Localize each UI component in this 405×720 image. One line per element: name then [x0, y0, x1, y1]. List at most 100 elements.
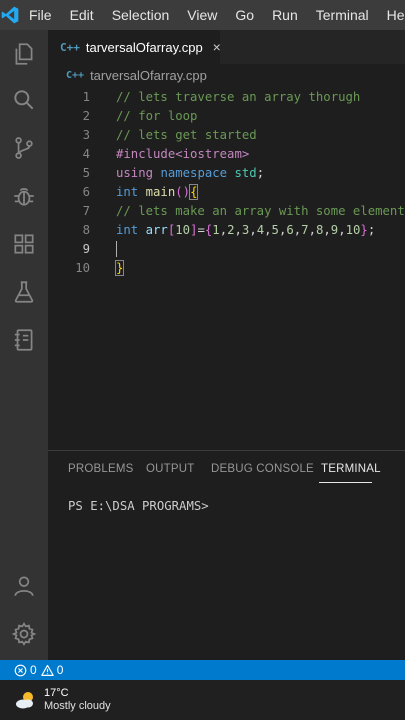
- cpp-file-icon: C++: [60, 40, 80, 54]
- breadcrumb[interactable]: C++ tarversalOfarray.cpp: [48, 64, 405, 86]
- code-token: ,: [308, 222, 316, 237]
- tab-output[interactable]: OUTPUT: [146, 463, 194, 475]
- menu-run[interactable]: Run: [263, 0, 307, 30]
- menu-help[interactable]: Help: [378, 0, 405, 30]
- code-editor[interactable]: 1 // lets traverse an array thorugh 2 // fo…: [48, 86, 405, 450]
- bottom-panel: PROBLEMS OUTPUT DEBUG CONSOLE TERMINAL P…: [48, 450, 405, 660]
- line-number: 5: [82, 165, 90, 180]
- line-number: 9: [82, 241, 90, 256]
- code-token: ,: [249, 222, 257, 237]
- line-number: 7: [82, 203, 90, 218]
- code-token: 4: [256, 222, 265, 237]
- code-text: }: [114, 259, 125, 276]
- code-token: #include: [116, 146, 176, 161]
- code-token: ;: [256, 165, 265, 180]
- code-token: ,: [219, 222, 228, 237]
- warning-count: 0: [56, 663, 64, 677]
- code-token: namespace: [160, 165, 228, 180]
- panel-tab-bar: PROBLEMS OUTPUT DEBUG CONSOLE TERMINAL: [48, 451, 405, 489]
- active-tab-indicator: [319, 482, 372, 483]
- code-line[interactable]: 2 // for loop: [48, 106, 405, 125]
- code-token: }: [114, 259, 125, 276]
- code-token: ,: [234, 222, 242, 237]
- menu-bar: File Edit Selection View Go Run Terminal…: [0, 0, 405, 30]
- notebook-icon[interactable]: [0, 320, 48, 360]
- tab-debug-console[interactable]: DEBUG CONSOLE: [211, 463, 314, 475]
- menu-edit[interactable]: Edit: [61, 0, 103, 30]
- code-token: using: [116, 165, 154, 180]
- menu-go[interactable]: Go: [226, 0, 263, 30]
- explorer-icon[interactable]: [0, 34, 48, 74]
- terminal-prompt[interactable]: PS E:\DSA PROGRAMS>: [68, 499, 209, 513]
- code-line[interactable]: 6 int main(){: [48, 182, 405, 201]
- editor-tab-bar: C++ tarversalOfarray.cpp ×: [48, 30, 405, 64]
- tab-problems[interactable]: PROBLEMS: [68, 463, 134, 475]
- menu-terminal[interactable]: Terminal: [307, 0, 378, 30]
- code-text: [116, 240, 117, 257]
- taskbar: 17°C Mostly cloudy: [0, 680, 405, 720]
- problems-status[interactable]: 0 0: [14, 663, 63, 677]
- account-icon[interactable]: [0, 566, 48, 606]
- cpp-file-icon: C++: [66, 69, 85, 81]
- code-line[interactable]: 9: [48, 239, 405, 258]
- code-token: ;: [367, 222, 376, 237]
- code-line[interactable]: 8 int arr[10]={1,2,3,4,5,6,7,8,9,10};: [48, 220, 405, 239]
- code-token: 2: [227, 222, 235, 237]
- menu-file[interactable]: File: [20, 0, 61, 30]
- line-number: 8: [82, 222, 90, 237]
- code-text: #include<iostream>: [116, 147, 249, 161]
- code-token: ,: [264, 222, 272, 237]
- tab-label: tarversalOfarray.cpp: [85, 39, 203, 55]
- code-token: // lets traverse an array thorugh: [116, 89, 361, 104]
- code-token: int: [116, 184, 139, 199]
- line-number: 10: [75, 260, 90, 275]
- code-line[interactable]: 7 // lets make an array with some element…: [48, 201, 405, 220]
- search-icon[interactable]: [0, 80, 48, 120]
- code-text: int main(){: [116, 183, 199, 200]
- code-token: main: [145, 184, 176, 199]
- run-debug-icon[interactable]: [0, 176, 48, 216]
- code-token: std: [234, 165, 257, 180]
- warning-icon: [40, 664, 54, 676]
- code-token: (): [175, 184, 191, 199]
- error-icon: [14, 664, 27, 676]
- code-line[interactable]: 3 // lets get started: [48, 125, 405, 144]
- code-token: 1: [212, 222, 220, 237]
- testing-icon[interactable]: [0, 272, 48, 312]
- code-line[interactable]: 4 #include<iostream>: [48, 144, 405, 163]
- code-token: }: [360, 222, 368, 237]
- settings-gear-icon[interactable]: [0, 614, 48, 654]
- code-token: {: [189, 183, 199, 200]
- extensions-icon[interactable]: [0, 224, 48, 264]
- weather-description: Mostly cloudy: [44, 700, 111, 712]
- text-cursor: [116, 240, 117, 257]
- code-text: // for loop: [116, 109, 197, 123]
- line-number: 1: [82, 89, 90, 104]
- menu-view[interactable]: View: [178, 0, 226, 30]
- line-number: 3: [82, 127, 90, 142]
- code-token: ,: [323, 222, 331, 237]
- menu-selection[interactable]: Selection: [103, 0, 179, 30]
- breadcrumb-file[interactable]: tarversalOfarray.cpp: [90, 68, 207, 83]
- close-icon[interactable]: ×: [213, 39, 221, 55]
- code-text: // lets make an array with some elements: [116, 204, 405, 218]
- code-token: int: [116, 222, 139, 237]
- line-number: 2: [82, 108, 90, 123]
- code-token: // lets get started: [116, 127, 257, 142]
- code-line[interactable]: 5 using namespace std;: [48, 163, 405, 182]
- code-text: int arr[10]={1,2,3,4,5,6,7,8,9,10};: [116, 223, 375, 237]
- tab-terminal[interactable]: TERMINAL: [321, 463, 381, 475]
- line-number: 6: [82, 184, 90, 199]
- code-token: 6: [286, 222, 294, 237]
- status-bar: 0 0: [0, 660, 405, 680]
- source-control-icon[interactable]: [0, 128, 48, 168]
- code-line[interactable]: 10}: [48, 258, 405, 277]
- code-text: using namespace std;: [116, 166, 264, 180]
- tab-tarversalofarray[interactable]: C++ tarversalOfarray.cpp ×: [48, 30, 221, 64]
- code-token: ,: [338, 222, 346, 237]
- code-line[interactable]: 1 // lets traverse an array thorugh: [48, 87, 405, 106]
- code-token: <iostream>: [175, 146, 250, 161]
- weather-widget[interactable]: 17°C Mostly cloudy: [14, 687, 111, 713]
